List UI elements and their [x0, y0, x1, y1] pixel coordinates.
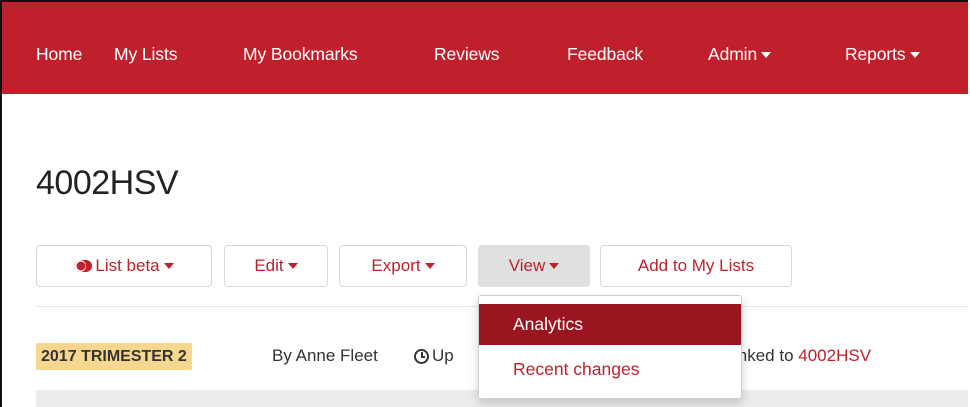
- author-text: By Anne Fleet: [272, 346, 378, 365]
- page-title: 4002HSV: [36, 164, 179, 202]
- edit-button[interactable]: Edit: [224, 245, 328, 287]
- menu-item-recent-changes[interactable]: Recent changes: [479, 349, 741, 390]
- nav-my-lists[interactable]: My Lists: [114, 44, 177, 65]
- updated-text: Up: [432, 346, 454, 365]
- add-to-my-lists-button[interactable]: Add to My Lists: [600, 245, 792, 287]
- export-button[interactable]: Export: [339, 245, 467, 287]
- toggle-icon: [74, 260, 93, 272]
- nav-reports[interactable]: Reports: [845, 44, 920, 65]
- list-beta-button[interactable]: List beta: [36, 245, 212, 287]
- view-button[interactable]: View: [478, 245, 590, 287]
- top-navbar: Home My Lists My Bookmarks Reviews Feedb…: [2, 2, 968, 94]
- nav-feedback[interactable]: Feedback: [567, 44, 643, 65]
- caret-down-icon: [287, 263, 298, 269]
- clock-icon: [414, 349, 429, 364]
- caret-down-icon: [909, 52, 920, 59]
- view-dropdown-menu: Analytics Recent changes: [478, 295, 742, 399]
- nav-my-bookmarks[interactable]: My Bookmarks: [243, 44, 358, 65]
- nav-admin[interactable]: Admin: [708, 44, 772, 65]
- caret-down-icon: [424, 263, 435, 269]
- caret-down-icon: [549, 263, 560, 269]
- caret-down-icon: [761, 52, 772, 59]
- linked-text: inked to 4002HSV: [734, 346, 872, 365]
- term-badge: 2017 TRIMESTER 2: [36, 343, 192, 370]
- caret-down-icon: [163, 263, 174, 269]
- nav-home[interactable]: Home: [36, 44, 82, 65]
- app-window: Home My Lists My Bookmarks Reviews Feedb…: [0, 0, 968, 407]
- linked-code-link[interactable]: 4002HSV: [798, 346, 871, 365]
- menu-item-analytics[interactable]: Analytics: [479, 304, 741, 345]
- nav-reviews[interactable]: Reviews: [434, 44, 500, 65]
